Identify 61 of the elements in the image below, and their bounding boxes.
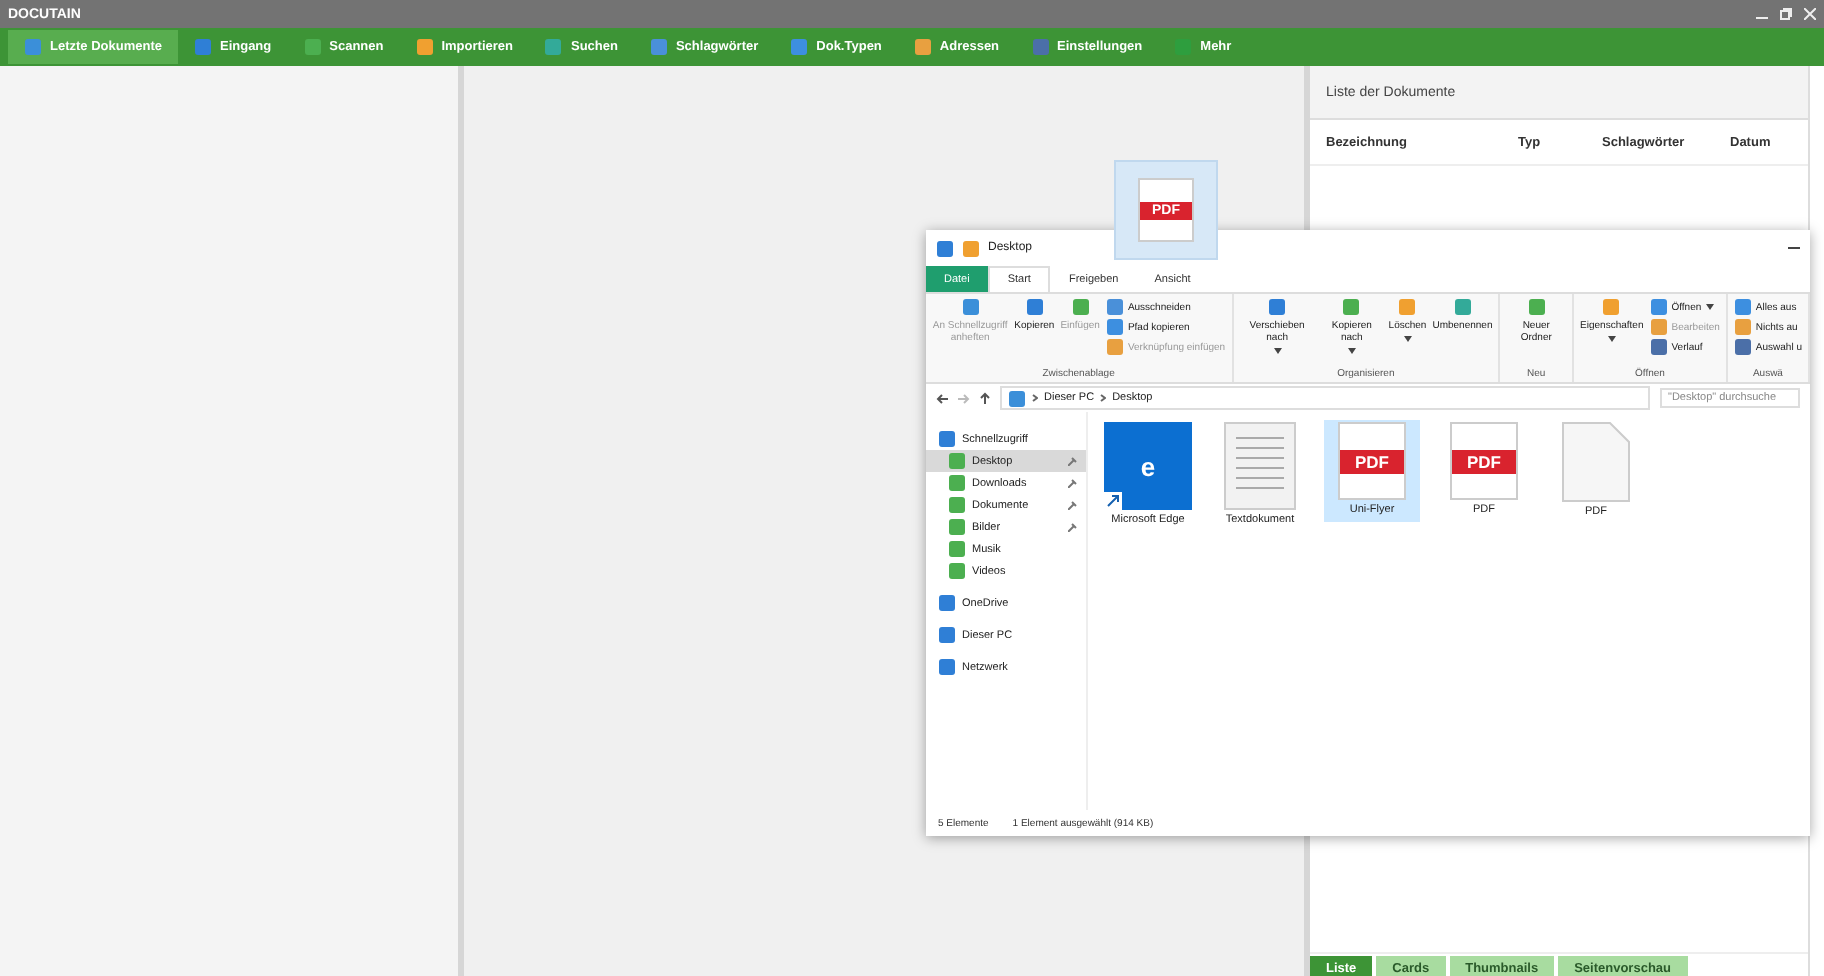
square-icon — [193, 38, 212, 56]
square-icon — [1268, 298, 1287, 316]
square-icon — [1733, 338, 1752, 356]
square-icon — [936, 239, 954, 257]
pin-icon — [1068, 500, 1078, 510]
caret-icon — [1273, 348, 1282, 354]
square-icon — [24, 38, 42, 56]
square-icon — [303, 38, 322, 56]
square-icon — [1602, 298, 1621, 316]
chevron-icon — [1100, 394, 1107, 402]
square-icon — [938, 658, 956, 676]
square-icon — [790, 38, 809, 56]
browser-shortcut-icon: e — [1104, 422, 1192, 510]
square-icon — [1398, 298, 1417, 316]
square-icon — [948, 518, 966, 536]
square-icon — [938, 430, 956, 448]
square-icon — [961, 298, 980, 316]
pin-icon — [1068, 522, 1078, 532]
chevron-icon — [1032, 394, 1038, 402]
square-icon — [1649, 298, 1668, 316]
square-icon — [1453, 298, 1472, 316]
square-icon — [913, 38, 932, 56]
square-icon — [948, 474, 966, 492]
back-arrow-icon[interactable] — [936, 393, 948, 403]
square-icon — [1031, 38, 1050, 56]
square-icon — [938, 626, 956, 644]
square-icon — [948, 496, 966, 514]
square-icon — [1342, 298, 1361, 316]
blank-file-icon — [1562, 422, 1630, 502]
square-icon — [962, 239, 980, 257]
square-icon — [1105, 318, 1124, 336]
close-icon[interactable] — [1804, 8, 1816, 20]
square-icon — [1105, 338, 1124, 356]
minimize-icon[interactable] — [1788, 242, 1800, 254]
square-icon — [948, 540, 966, 558]
caret-icon — [1607, 336, 1616, 342]
square-icon — [1733, 318, 1752, 336]
square-icon — [1105, 298, 1124, 316]
square-icon — [649, 38, 668, 56]
square-icon — [1025, 298, 1044, 316]
square-icon — [1008, 389, 1026, 407]
square-icon — [948, 452, 966, 470]
pdf-label: PDF — [1340, 449, 1404, 474]
square-icon — [1649, 338, 1668, 356]
square-icon — [1527, 298, 1546, 316]
square-icon — [1733, 298, 1752, 316]
square-icon — [1071, 298, 1090, 316]
caret-icon — [1705, 304, 1714, 310]
pin-icon — [1068, 478, 1078, 488]
restore-icon[interactable] — [1780, 8, 1792, 20]
caret-icon — [1347, 348, 1356, 354]
square-icon — [1649, 318, 1668, 336]
square-icon — [938, 594, 956, 612]
square-icon — [544, 38, 563, 56]
square-icon — [415, 38, 434, 56]
caret-icon — [1403, 336, 1412, 342]
text-file-icon — [1224, 422, 1296, 510]
up-arrow-icon[interactable] — [980, 392, 990, 404]
square-icon — [948, 562, 966, 580]
pdf-label: PDF — [1452, 449, 1516, 474]
pin-icon — [1068, 456, 1078, 466]
